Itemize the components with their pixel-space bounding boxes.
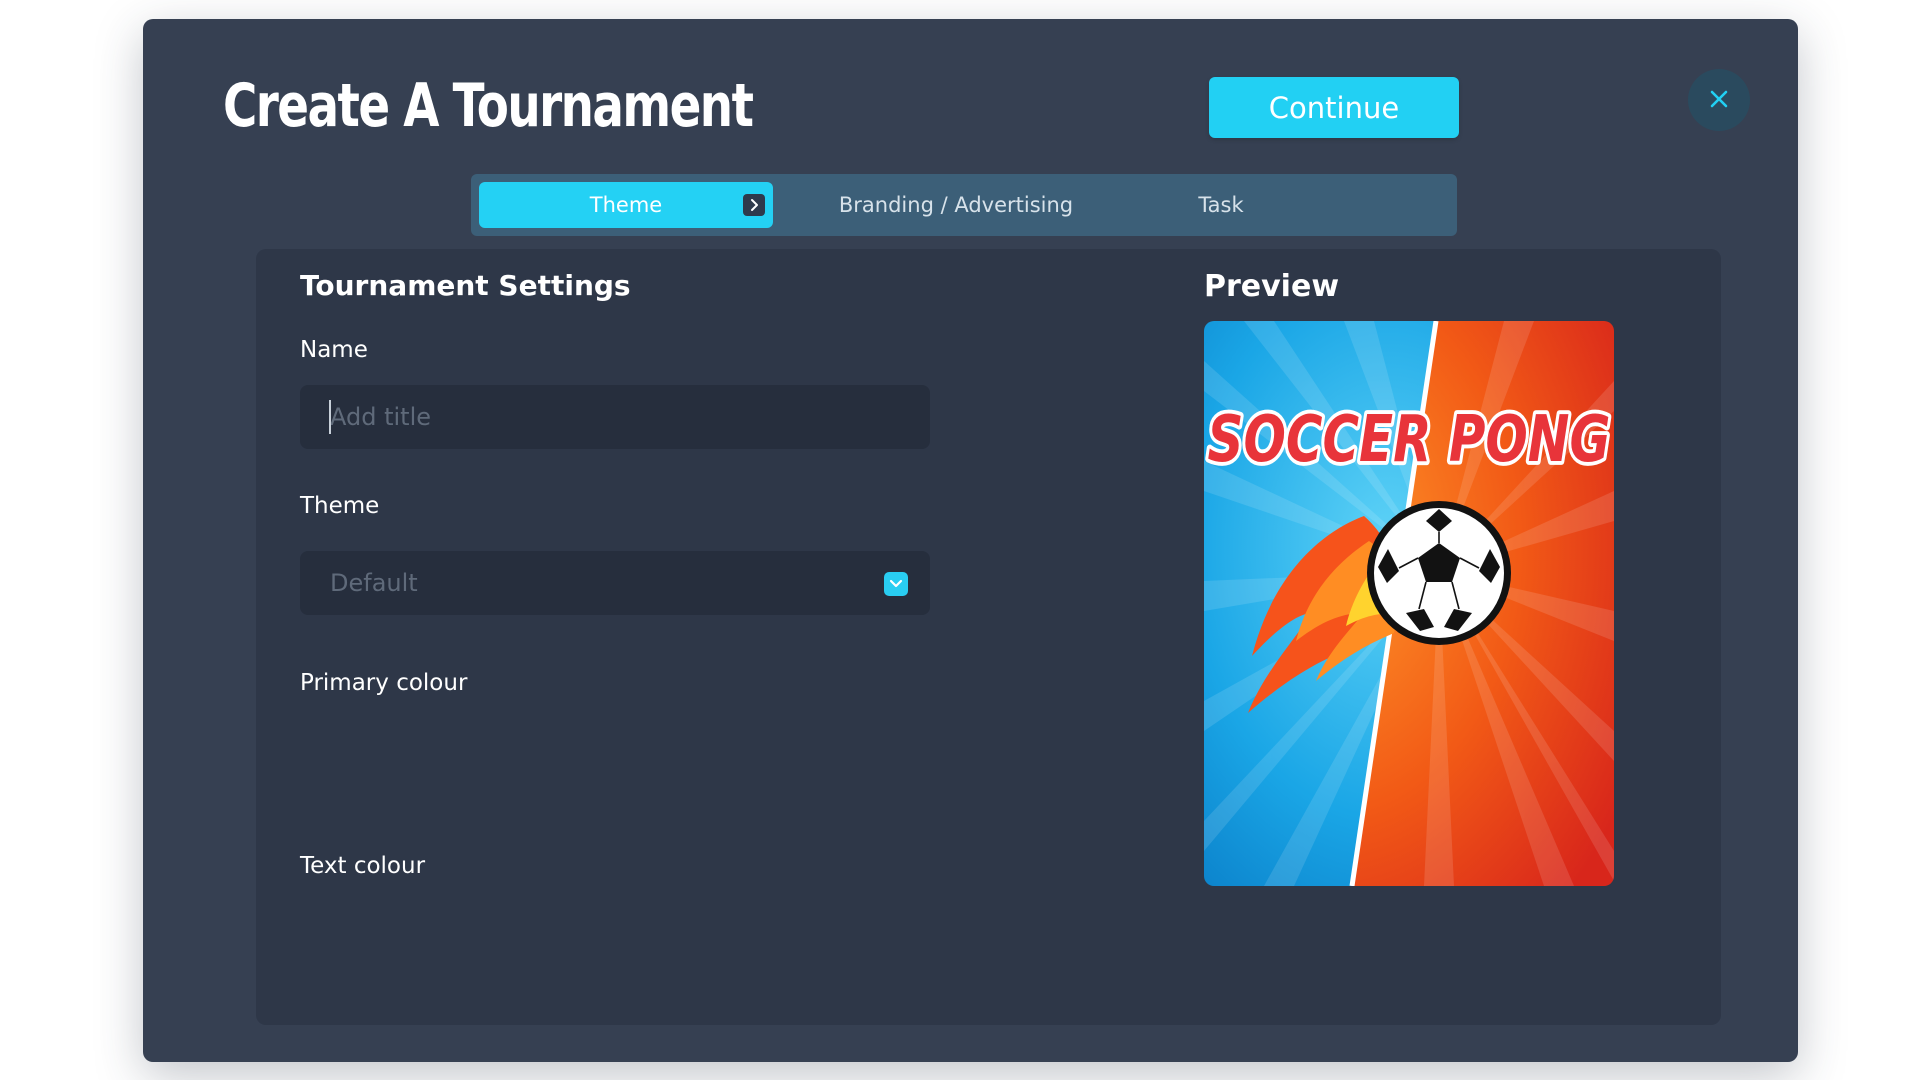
tab-theme[interactable]: Theme [479, 182, 773, 228]
preview-image-text: SOCCER PONG [1208, 402, 1611, 477]
create-tournament-dialog: Create A Tournament Continue Theme Brand… [143, 19, 1798, 1062]
tab-branding-advertising[interactable]: Branding / Advertising [801, 174, 1111, 236]
name-label: Name [300, 337, 368, 363]
close-button[interactable] [1688, 69, 1750, 131]
continue-button[interactable]: Continue [1209, 77, 1459, 138]
tab-branding-label: Branding / Advertising [838, 193, 1074, 217]
preview-image: SOCCER PONG [1204, 321, 1614, 886]
primary-colour-label: Primary colour [300, 670, 468, 696]
theme-select[interactable]: Default [300, 551, 930, 615]
close-icon [1709, 89, 1729, 112]
preview-heading: Preview [1204, 269, 1340, 304]
text-colour-label: Text colour [300, 853, 426, 879]
settings-panel: Tournament Settings Name Theme Default P… [256, 249, 1721, 1025]
text-caret [329, 400, 331, 434]
chevron-down-icon [884, 572, 908, 596]
tab-theme-label: Theme [589, 193, 663, 217]
name-input[interactable] [300, 385, 930, 449]
theme-select-value: Default [330, 569, 418, 597]
soccer-ball-graphic [1367, 501, 1511, 645]
tournament-settings-heading: Tournament Settings [300, 269, 631, 302]
theme-label: Theme [300, 493, 380, 519]
dialog-title: Create A Tournament [223, 71, 754, 141]
tab-task-label: Task [1198, 193, 1244, 217]
chevron-right-icon [743, 194, 765, 216]
tab-bar: Theme Branding / Advertising Task [471, 174, 1457, 236]
tab-task[interactable]: Task [1141, 174, 1301, 236]
